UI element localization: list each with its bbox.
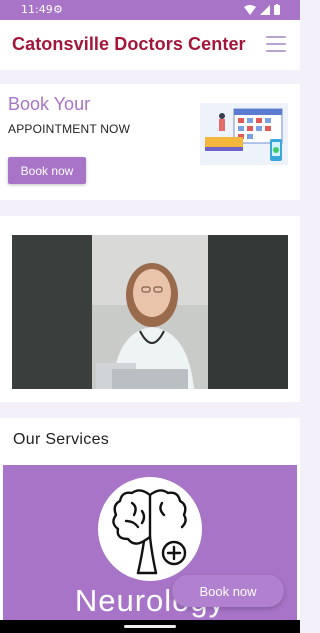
- hamburger-menu-icon[interactable]: [266, 36, 286, 52]
- signal-icon: [260, 4, 270, 15]
- booking-banner: Book Your APPOINTMENT NOW Book now: [0, 84, 300, 200]
- book-now-button[interactable]: Book now: [8, 157, 86, 184]
- banner-title: Book Your: [8, 94, 91, 114]
- services-title: Our Services: [13, 431, 110, 448]
- status-bar: 11:49 ⚙: [0, 0, 300, 20]
- app-header: Catonsville Doctors Center: [0, 20, 300, 70]
- app-title: Catonsville Doctors Center: [12, 34, 246, 54]
- doctor-photo: [12, 235, 288, 389]
- battery-icon: [274, 4, 280, 15]
- wifi-icon: [244, 4, 256, 15]
- service-icon-circle: [98, 477, 202, 581]
- status-icons: [244, 4, 280, 15]
- banner-subtitle: APPOINTMENT NOW: [8, 122, 131, 136]
- brain-plus-icon: [112, 489, 187, 575]
- gesture-handle[interactable]: [124, 625, 176, 628]
- service-card[interactable]: Neurology: [3, 465, 297, 633]
- settings-gear-icon: ⚙: [53, 3, 63, 16]
- status-time: 11:49: [21, 3, 53, 16]
- calendar-illustration: [200, 103, 288, 165]
- floating-book-now-button[interactable]: Book now: [172, 575, 284, 607]
- doctor-photo-card: [0, 216, 300, 402]
